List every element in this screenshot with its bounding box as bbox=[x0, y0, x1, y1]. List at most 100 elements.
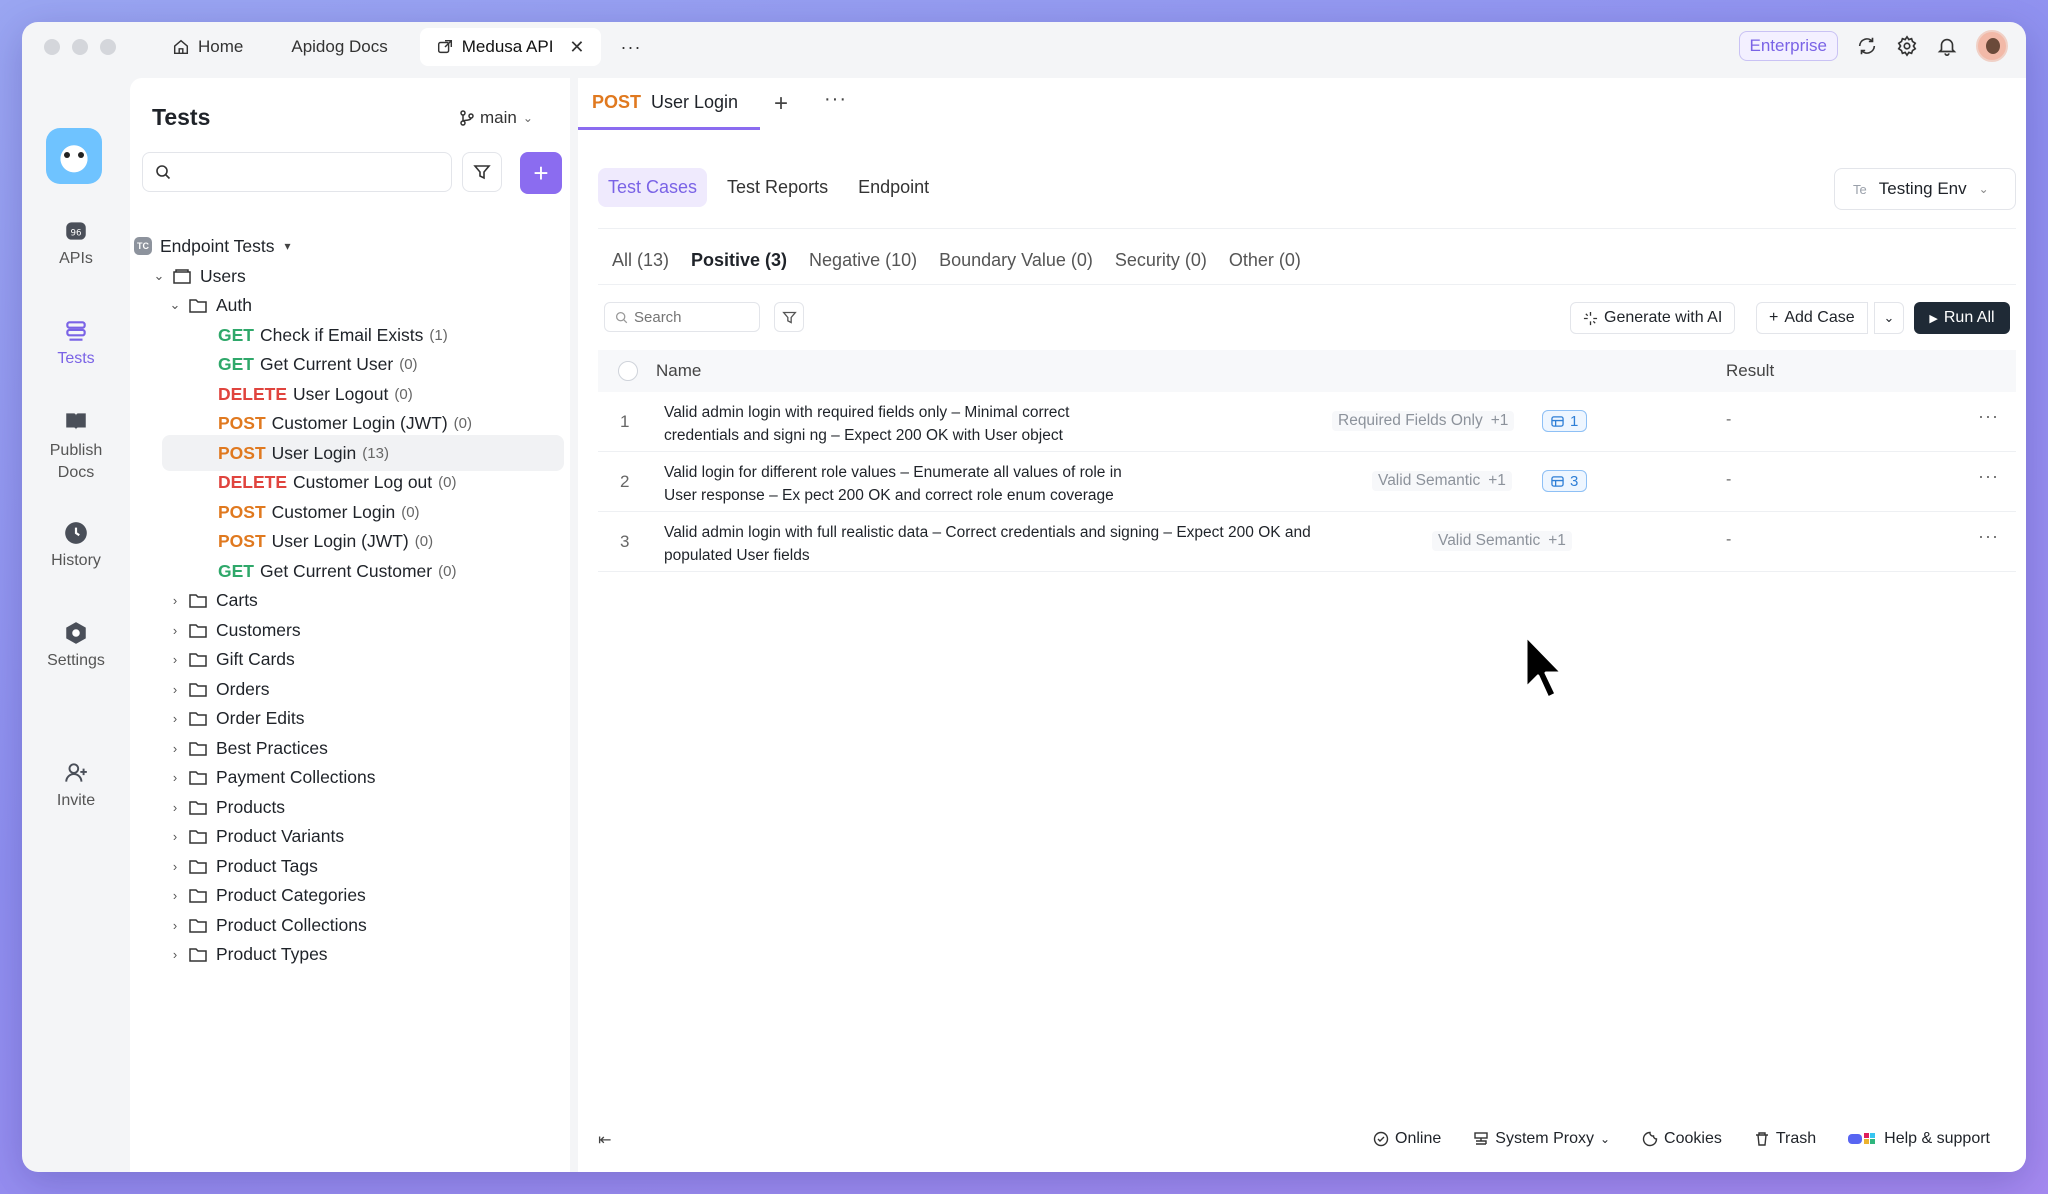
endpoint-name: Get Current Customer bbox=[259, 560, 433, 581]
generate-with-ai-button[interactable]: Generate with AI bbox=[1570, 302, 1736, 334]
help-label: Help & support bbox=[1884, 1130, 1990, 1147]
cookies-button[interactable]: Cookies bbox=[1642, 1130, 1722, 1148]
tab-test-reports[interactable]: Test Reports bbox=[717, 168, 838, 207]
row-number: 1 bbox=[620, 412, 630, 431]
case-filter-button[interactable] bbox=[774, 302, 804, 332]
category-tab-boundary[interactable]: Boundary Value (0) bbox=[939, 250, 1093, 271]
plus-icon: + bbox=[1769, 309, 1779, 326]
dataset-count: 3 bbox=[1570, 472, 1579, 490]
test-count: (0) bbox=[414, 532, 434, 550]
close-window-button[interactable] bbox=[44, 39, 60, 55]
home-icon bbox=[173, 39, 189, 55]
dataset-badge[interactable]: 1 bbox=[1542, 410, 1588, 432]
table-row[interactable]: 2 Valid login for different role values … bbox=[598, 452, 2016, 512]
collapse-sidebar-icon[interactable]: ⇤ bbox=[598, 1130, 611, 1150]
system-proxy-select[interactable]: System Proxy ⌄ bbox=[1473, 1130, 1610, 1148]
tree-label: Endpoint Tests bbox=[160, 235, 275, 256]
caret-down-icon: ▾ bbox=[284, 239, 291, 253]
minimize-window-button[interactable] bbox=[72, 39, 88, 55]
tab-endpoint[interactable]: Endpoint bbox=[848, 168, 939, 207]
row-more-icon[interactable]: ··· bbox=[1978, 466, 1999, 487]
chevron-right-icon: › bbox=[172, 651, 178, 667]
row-more-icon[interactable]: ··· bbox=[1978, 406, 1999, 427]
tree-label: Products bbox=[216, 796, 286, 817]
folder-icon bbox=[189, 770, 207, 785]
env-prefix: Te bbox=[1853, 181, 1867, 197]
method-badge: POST bbox=[592, 92, 642, 112]
case-result: - bbox=[1726, 531, 1732, 548]
rail-label: History bbox=[51, 552, 101, 569]
folder-icon bbox=[189, 741, 207, 756]
request-tab-user-login[interactable]: POST User Login bbox=[578, 78, 760, 130]
rail-item-settings[interactable]: Settings bbox=[22, 620, 130, 670]
case-search-input[interactable] bbox=[634, 308, 744, 326]
bell-icon[interactable] bbox=[1936, 35, 1958, 57]
add-tab-icon[interactable]: + bbox=[774, 90, 788, 118]
category-tab-security[interactable]: Security (0) bbox=[1115, 250, 1207, 271]
mouse-cursor-icon bbox=[1524, 634, 1564, 700]
rail-label: Settings bbox=[47, 652, 105, 669]
folder-icon bbox=[189, 682, 207, 697]
add-case-button[interactable]: + Add Case bbox=[1756, 302, 1868, 334]
book-icon bbox=[66, 413, 86, 430]
endpoint-name: User Login bbox=[271, 442, 357, 463]
test-count: (13) bbox=[362, 444, 389, 462]
row-more-icon[interactable]: ··· bbox=[1978, 526, 1999, 547]
environment-select[interactable]: Te Testing Env ⌄ bbox=[1834, 168, 2016, 210]
sync-icon[interactable] bbox=[1856, 35, 1878, 57]
sidebar-filter-button[interactable] bbox=[462, 152, 502, 192]
online-status[interactable]: Online bbox=[1373, 1130, 1441, 1148]
table-row[interactable]: 3 Valid admin login with full realistic … bbox=[598, 512, 2016, 572]
chevron-right-icon: › bbox=[172, 740, 178, 756]
add-case-dropdown[interactable]: ⌄ bbox=[1874, 302, 1904, 334]
category-tab-negative[interactable]: Negative (10) bbox=[809, 250, 917, 271]
case-search[interactable] bbox=[604, 302, 760, 332]
more-icon[interactable]: ··· bbox=[824, 88, 847, 111]
enterprise-badge[interactable]: Enterprise bbox=[1738, 31, 1838, 61]
tree-label: Customers bbox=[216, 619, 301, 640]
folder-icon bbox=[189, 623, 207, 638]
tab-home[interactable]: Home bbox=[156, 28, 259, 66]
svg-text:96: 96 bbox=[70, 228, 81, 238]
tab-medusa-api[interactable]: Medusa API ✕ bbox=[419, 28, 601, 66]
row-number: 2 bbox=[620, 472, 630, 491]
add-test-button[interactable]: + bbox=[520, 152, 562, 194]
rail-item-history[interactable]: History bbox=[22, 520, 130, 570]
select-all-checkbox[interactable] bbox=[618, 361, 638, 381]
tree-folder[interactable]: › Product Types bbox=[130, 936, 562, 972]
external-link-icon bbox=[437, 39, 452, 54]
case-result: - bbox=[1726, 471, 1732, 488]
folder-icon bbox=[189, 298, 207, 313]
trash-button[interactable]: Trash bbox=[1754, 1130, 1816, 1148]
close-tab-icon[interactable]: ✕ bbox=[569, 37, 584, 58]
sidebar-search-input[interactable] bbox=[179, 163, 451, 181]
rail-item-invite[interactable]: Invite bbox=[22, 760, 130, 810]
rail-item-publish-docs[interactable]: Publish Docs bbox=[22, 408, 130, 484]
tree-label: Auth bbox=[216, 294, 252, 315]
category-tab-other[interactable]: Other (0) bbox=[1229, 250, 1301, 271]
case-name: Valid login for different role values – … bbox=[664, 464, 1122, 504]
category-tab-all[interactable]: All (13) bbox=[612, 250, 669, 271]
project-logo[interactable] bbox=[46, 128, 102, 184]
branch-selector[interactable]: main ⌄ bbox=[460, 108, 533, 128]
rail-item-apis[interactable]: 96 APIs bbox=[22, 218, 130, 268]
sidebar-search[interactable] bbox=[142, 152, 452, 192]
rail-label: Tests bbox=[57, 350, 95, 367]
folder-icon bbox=[189, 711, 207, 726]
maximize-window-button[interactable] bbox=[100, 39, 116, 55]
gear-icon[interactable] bbox=[1896, 35, 1918, 57]
tab-test-cases[interactable]: Test Cases bbox=[598, 168, 708, 207]
folder-icon bbox=[189, 888, 207, 903]
divider bbox=[598, 284, 2016, 285]
category-tab-positive[interactable]: Positive (3) bbox=[691, 250, 787, 271]
chevron-right-icon: › bbox=[172, 946, 178, 962]
tab-apidog-docs[interactable]: Apidog Docs bbox=[275, 28, 403, 66]
run-all-button[interactable]: ▶ Run All bbox=[1914, 302, 2010, 334]
user-avatar[interactable] bbox=[1976, 30, 2008, 62]
dataset-badge[interactable]: 3 bbox=[1542, 470, 1588, 492]
help-support-button[interactable]: Help & support bbox=[1848, 1130, 1990, 1148]
rail-item-tests[interactable]: Tests bbox=[22, 318, 130, 368]
more-tabs-icon[interactable]: ··· bbox=[621, 37, 642, 58]
table-row[interactable]: 1 Valid admin login with required fields… bbox=[598, 392, 2016, 452]
filter-icon bbox=[473, 165, 491, 180]
